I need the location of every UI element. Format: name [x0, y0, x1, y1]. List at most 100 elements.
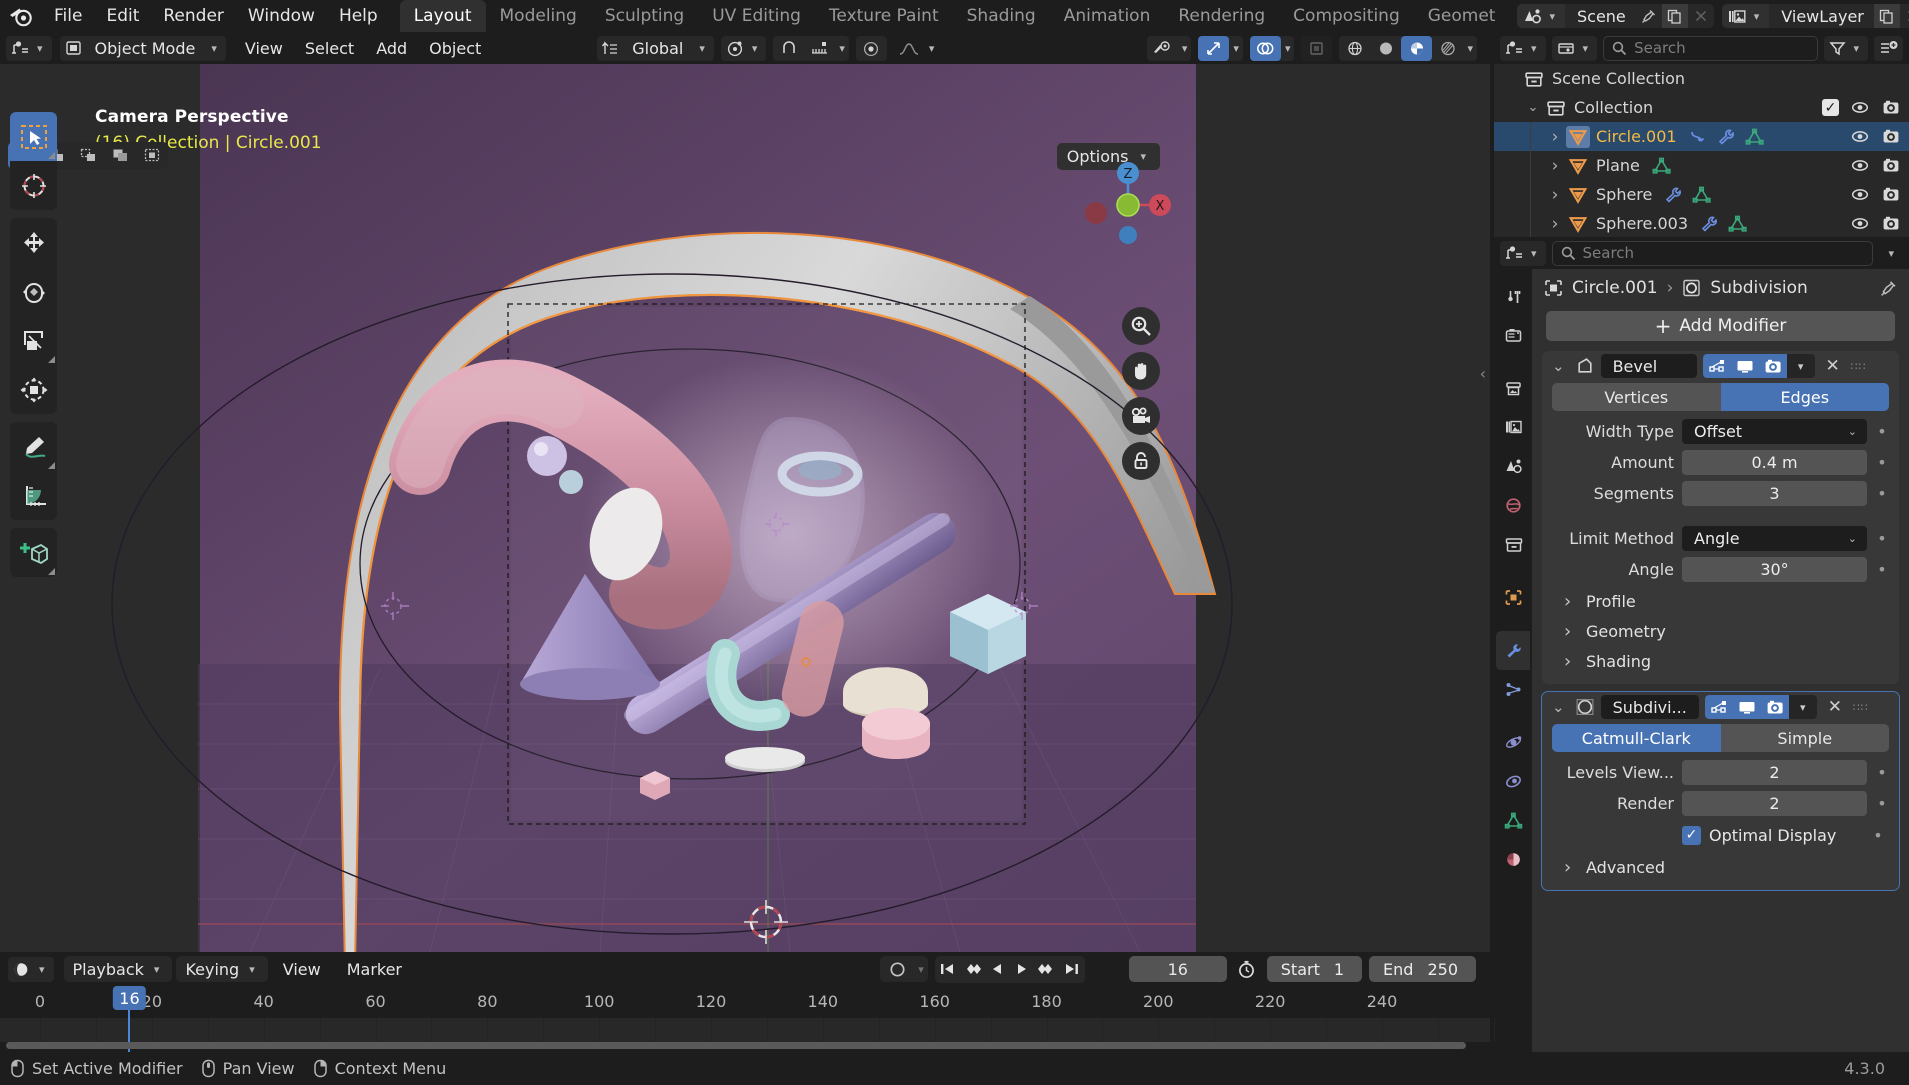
modifier-name-field[interactable]: Bevel — [1600, 354, 1697, 378]
transport-controls[interactable] — [934, 955, 1085, 983]
previous-keyframe-button[interactable] — [960, 956, 985, 983]
workspace-tab-uv-editing[interactable]: UV Editing — [698, 0, 815, 32]
modifier-expand-icon[interactable]: ⌄ — [1548, 698, 1569, 716]
modifier-extras-dropdown[interactable]: ▾ — [1787, 354, 1815, 378]
show-in-render-icon[interactable] — [1758, 354, 1787, 378]
proportional-edit-icon[interactable] — [856, 36, 887, 61]
outliner-row-sphere-003[interactable]: › Sphere.003 — [1494, 209, 1909, 237]
scale-tool-icon[interactable] — [10, 316, 57, 365]
annotate-tool-icon[interactable] — [10, 422, 57, 471]
viewlayer-selector[interactable]: ▾ ViewLayer — [1721, 4, 1909, 28]
animate-property-dot[interactable]: • — [1875, 453, 1889, 472]
properties-object-tab[interactable] — [1496, 578, 1530, 617]
animate-property-dot[interactable]: • — [1875, 484, 1889, 503]
workspace-tab-texture-paint[interactable]: Texture Paint — [815, 0, 953, 32]
rendered-shading-icon[interactable] — [1432, 36, 1463, 61]
frame-end-field[interactable]: End 250 — [1369, 956, 1476, 982]
play-reverse-button[interactable] — [985, 956, 1010, 983]
outliner-search-input[interactable]: Search — [1603, 35, 1819, 61]
rotate-tool-icon[interactable] — [10, 267, 57, 316]
breadcrumb-object[interactable]: Circle.001 — [1572, 278, 1658, 298]
scene-icon[interactable]: ▾ — [1517, 4, 1565, 28]
properties-physics-tab[interactable] — [1496, 723, 1530, 762]
disable-in-renders-icon[interactable] — [1882, 99, 1901, 116]
properties-editor-type-button[interactable]: ▾ — [1500, 240, 1546, 266]
snapping-group[interactable]: ▾ — [773, 35, 849, 61]
hide-in-viewport-icon[interactable] — [1851, 215, 1870, 232]
select-subtract-icon[interactable] — [72, 142, 104, 169]
mode-option-right[interactable]: Simple — [1720, 724, 1889, 752]
remove-modifier-button[interactable]: ✕ — [1823, 695, 1847, 719]
viewlayer-icon[interactable]: ▾ — [1721, 4, 1770, 28]
outliner-row-sphere[interactable]: › Sphere — [1494, 180, 1909, 209]
frame-start-field[interactable]: Start 1 — [1266, 956, 1363, 982]
remove-modifier-button[interactable]: ✕ — [1821, 354, 1845, 378]
workspace-tab-rendering[interactable]: Rendering — [1164, 0, 1279, 32]
sidebar-collapse-icon[interactable]: ‹ — [1480, 364, 1486, 383]
outliner-tree[interactable]: Scene Collection ⌄ Collection ✓ › Circle.001 ›… — [1494, 64, 1909, 237]
property-field[interactable]: Offset ⌄ — [1682, 418, 1867, 444]
animate-property-dot[interactable]: • — [1875, 560, 1889, 579]
overlays-group[interactable]: ▾ — [1249, 35, 1295, 61]
show-in-edit-mode-icon[interactable] — [1702, 354, 1731, 378]
property-field[interactable]: 3 — [1682, 480, 1867, 506]
properties-constraints-tab[interactable] — [1496, 762, 1530, 801]
jump-to-start-button[interactable] — [935, 956, 960, 983]
timeline-horizontal-scrollbar[interactable] — [6, 1042, 1466, 1049]
pin-id-icon[interactable] — [1880, 280, 1897, 297]
animate-property-dot[interactable]: • — [1875, 529, 1889, 548]
remove-viewlayer-icon[interactable] — [1900, 4, 1909, 28]
workspace-tab-layout[interactable]: Layout — [399, 0, 486, 32]
properties-scene-tab[interactable] — [1496, 447, 1530, 486]
timeline-menu-marker[interactable]: Marker — [336, 960, 413, 979]
measure-tool-icon[interactable] — [10, 471, 57, 520]
property-field[interactable]: Angle ⌄ — [1682, 525, 1867, 551]
mode-option-left[interactable]: Vertices — [1552, 383, 1721, 411]
modifier-drag-handle[interactable]: ∷∷ — [1853, 702, 1871, 713]
modifier-drag-handle[interactable]: ∷∷ — [1851, 361, 1869, 372]
properties-collection-tab[interactable] — [1496, 525, 1530, 564]
new-viewlayer-icon[interactable] — [1873, 4, 1900, 28]
show-in-viewport-icon[interactable] — [1730, 354, 1759, 378]
modifier-extras-dropdown[interactable]: ▾ — [1789, 695, 1817, 719]
disable-in-renders-icon[interactable] — [1882, 186, 1901, 203]
menu-render[interactable]: Render — [151, 3, 236, 29]
object-mode-dropdown[interactable]: Object Mode ▾ — [59, 35, 226, 61]
properties-options-chevron[interactable]: ▾ — [1879, 241, 1903, 266]
timeline-menu-view[interactable]: View — [272, 960, 332, 979]
optimal-display-checkbox[interactable]: ✓ — [1682, 825, 1701, 845]
scene-selector[interactable]: ▾ Scene — [1517, 4, 1714, 28]
viewport-menu-object[interactable]: Object — [418, 36, 492, 61]
workspace-tab-shading[interactable]: Shading — [953, 0, 1050, 32]
xray-icon[interactable] — [1301, 36, 1332, 61]
disclosure-triangle[interactable]: › — [1544, 214, 1566, 234]
zoom-icon[interactable] — [1122, 307, 1160, 345]
modifier-display-toggles[interactable]: ▾ — [1704, 695, 1817, 719]
camera-view-icon[interactable] — [1122, 397, 1160, 435]
mode-option-right[interactable]: Edges — [1720, 383, 1889, 411]
property-field[interactable]: 30° — [1682, 556, 1867, 582]
select-intersect-icon[interactable] — [136, 142, 168, 169]
show-in-viewport-icon[interactable] — [1732, 695, 1761, 719]
menu-file[interactable]: File — [42, 3, 94, 29]
viewlayer-name[interactable]: ViewLayer — [1769, 7, 1874, 26]
viewport-menu-view[interactable]: View — [234, 36, 294, 61]
show-overlays-icon[interactable] — [1249, 35, 1281, 61]
transform-orientation-dropdown[interactable]: Global ▾ — [597, 35, 714, 61]
workspace-tab-geomet[interactable]: Geomet — [1414, 0, 1510, 32]
auto-keying-icon[interactable] — [880, 956, 914, 982]
properties-tool-tab[interactable] — [1496, 277, 1530, 316]
properties-tab-column[interactable] — [1494, 269, 1532, 1052]
transform-tool-icon[interactable] — [10, 365, 57, 414]
menu-help[interactable]: Help — [327, 3, 390, 29]
workspace-tab-compositing[interactable]: Compositing — [1279, 0, 1414, 32]
playhead-frame-label[interactable]: 16 — [113, 986, 146, 1010]
outliner-filter-button[interactable]: ▾ — [1824, 35, 1868, 61]
timeline-ruler[interactable]: 0 20 40 60 80 100 120 140 160 180 200 220 240 — [0, 986, 1490, 1018]
cursor-tool-icon[interactable] — [10, 161, 57, 210]
material-preview-icon[interactable] — [1401, 35, 1433, 61]
timeline-track[interactable] — [0, 1018, 1495, 1042]
section-geometry[interactable]: › Geometry — [1564, 616, 1899, 646]
property-field[interactable]: 2 — [1682, 790, 1867, 816]
editor-type-button[interactable]: ▾ — [6, 35, 52, 61]
